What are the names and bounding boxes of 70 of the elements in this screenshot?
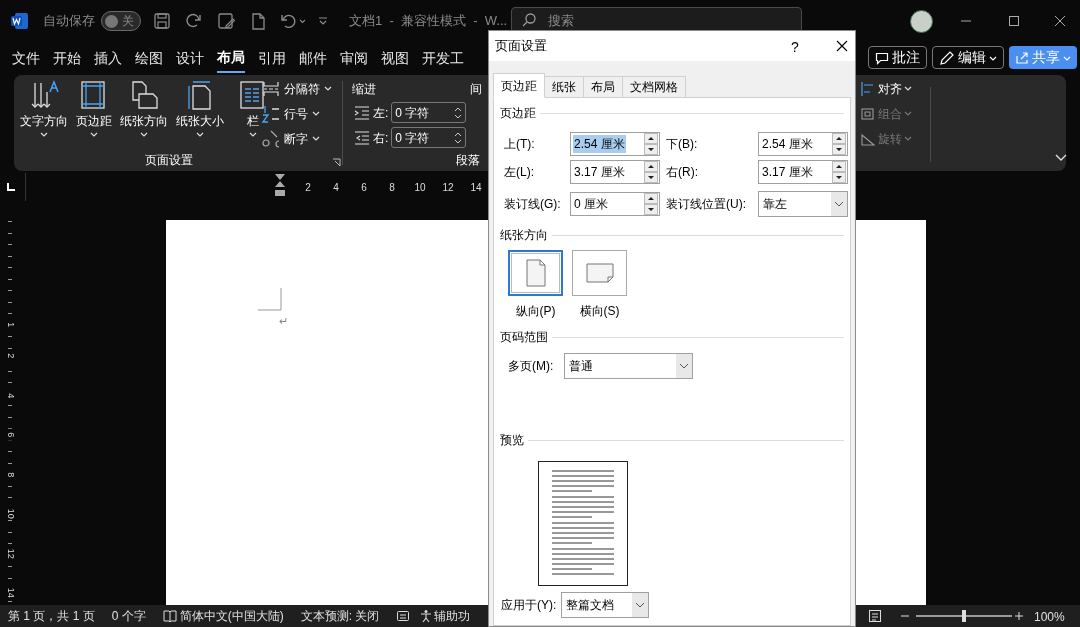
menu-tab[interactable]: 绘图 [135,44,163,73]
section-heading: 页码范围 [500,329,548,346]
zoom-level: 100% [1034,609,1065,626]
group-label: 段落 [456,152,480,169]
ruler-number: 14 [469,181,483,195]
spin-field[interactable]: 0 字符 [391,102,467,123]
menu-tab[interactable]: 视图 [381,44,409,73]
status-text: 简体中文(中国大陆) [179,608,284,625]
dialog-tab[interactable]: 文档网格 [622,76,686,98]
status-text: 第 1 页，共 1 页 [8,608,95,625]
spin-field[interactable]: 3.17 厘米 [570,160,660,184]
dialog-tab[interactable]: 页边距 [493,73,545,98]
orientation-label: 纵向(P) [515,303,556,320]
field-label: 左: [373,104,389,122]
ruler-number: 8 [388,181,396,195]
comment-button[interactable]: 批注 [868,46,927,69]
spin-field[interactable]: 2.54 厘米 [570,132,660,156]
menu-tab[interactable]: 邮件 [299,44,327,73]
dropdown[interactable]: 靠左 [758,191,848,217]
orientation-label: 横向(S) [579,303,620,320]
field-label: 应用于(Y): [501,597,558,614]
autosave-label: 自动保存 [43,12,95,31]
ribbon-button[interactable]: 文字方向 [18,79,70,145]
ribbon-button[interactable]: 纸张大小 [174,79,226,145]
field-label: 上(T): [504,136,536,153]
edit-button[interactable]: 编辑 [932,46,1004,69]
menu-tab[interactable]: 布局 [217,44,245,73]
section-heading: 纸张方向 [500,227,548,244]
menu-tab[interactable]: 插入 [94,44,122,73]
section-heading: 页边距 [500,105,536,122]
status-text: 辅助功 [434,608,471,625]
menu-tab[interactable]: 开发工 [422,44,464,73]
menu-tab[interactable]: 设计 [176,44,204,73]
dropdown[interactable]: 整篇文档 [561,592,649,618]
field-label: 装订线(G): [504,196,562,213]
ribbon-button[interactable]: 纸张方向 [118,79,170,145]
search-field[interactable]: 搜索 [511,7,802,33]
menu-tab[interactable]: 引用 [258,44,286,73]
status-text: 0 个字 [111,608,146,625]
ribbon-button[interactable]: 页边距 [74,79,114,145]
field-label: 多页(M): [508,358,555,375]
menu-tab[interactable]: 开始 [53,44,81,73]
field-label: 装订线位置(U): [666,196,747,213]
autosave-toggle[interactable]: 关 [101,11,141,31]
field-label: 右: [373,129,389,147]
ruler-number: 10 [413,181,427,195]
dropdown[interactable]: 普通 [564,353,693,379]
document-title: 文档1 - 兼容性模式 - W... [349,12,508,31]
spin-field[interactable]: 2.54 厘米 [758,132,848,156]
paragraph-mark: ↵ [279,314,288,329]
ruler-number: 4 [332,181,340,195]
ribbon-button[interactable]: 对齐 [860,78,912,100]
ruler-number: 6 [360,181,368,195]
field-label: 下(B): [666,136,699,153]
spin-field[interactable]: 3.17 厘米 [758,160,848,184]
group-label: 页面设置 [145,152,193,169]
help-button[interactable]: ? [791,37,799,58]
section-heading: 预览 [500,432,524,449]
spin-field[interactable]: 0 厘米 [570,192,660,216]
ruler-number: 12 [441,181,455,195]
status-text: 文本预测: 关闭 [300,608,380,625]
group-title: 间 [470,81,482,98]
field-label: 右(R): [666,164,699,181]
menu-tab[interactable]: 审阅 [340,44,368,73]
spin-field[interactable]: 0 字符 [391,127,467,148]
ruler-number: 2 [304,181,312,195]
dialog-title: 页面设置 [495,37,547,56]
field-label: 左(L): [504,164,535,181]
group-title: 缩进 [352,81,376,98]
menu-tab[interactable]: 文件 [12,44,40,73]
